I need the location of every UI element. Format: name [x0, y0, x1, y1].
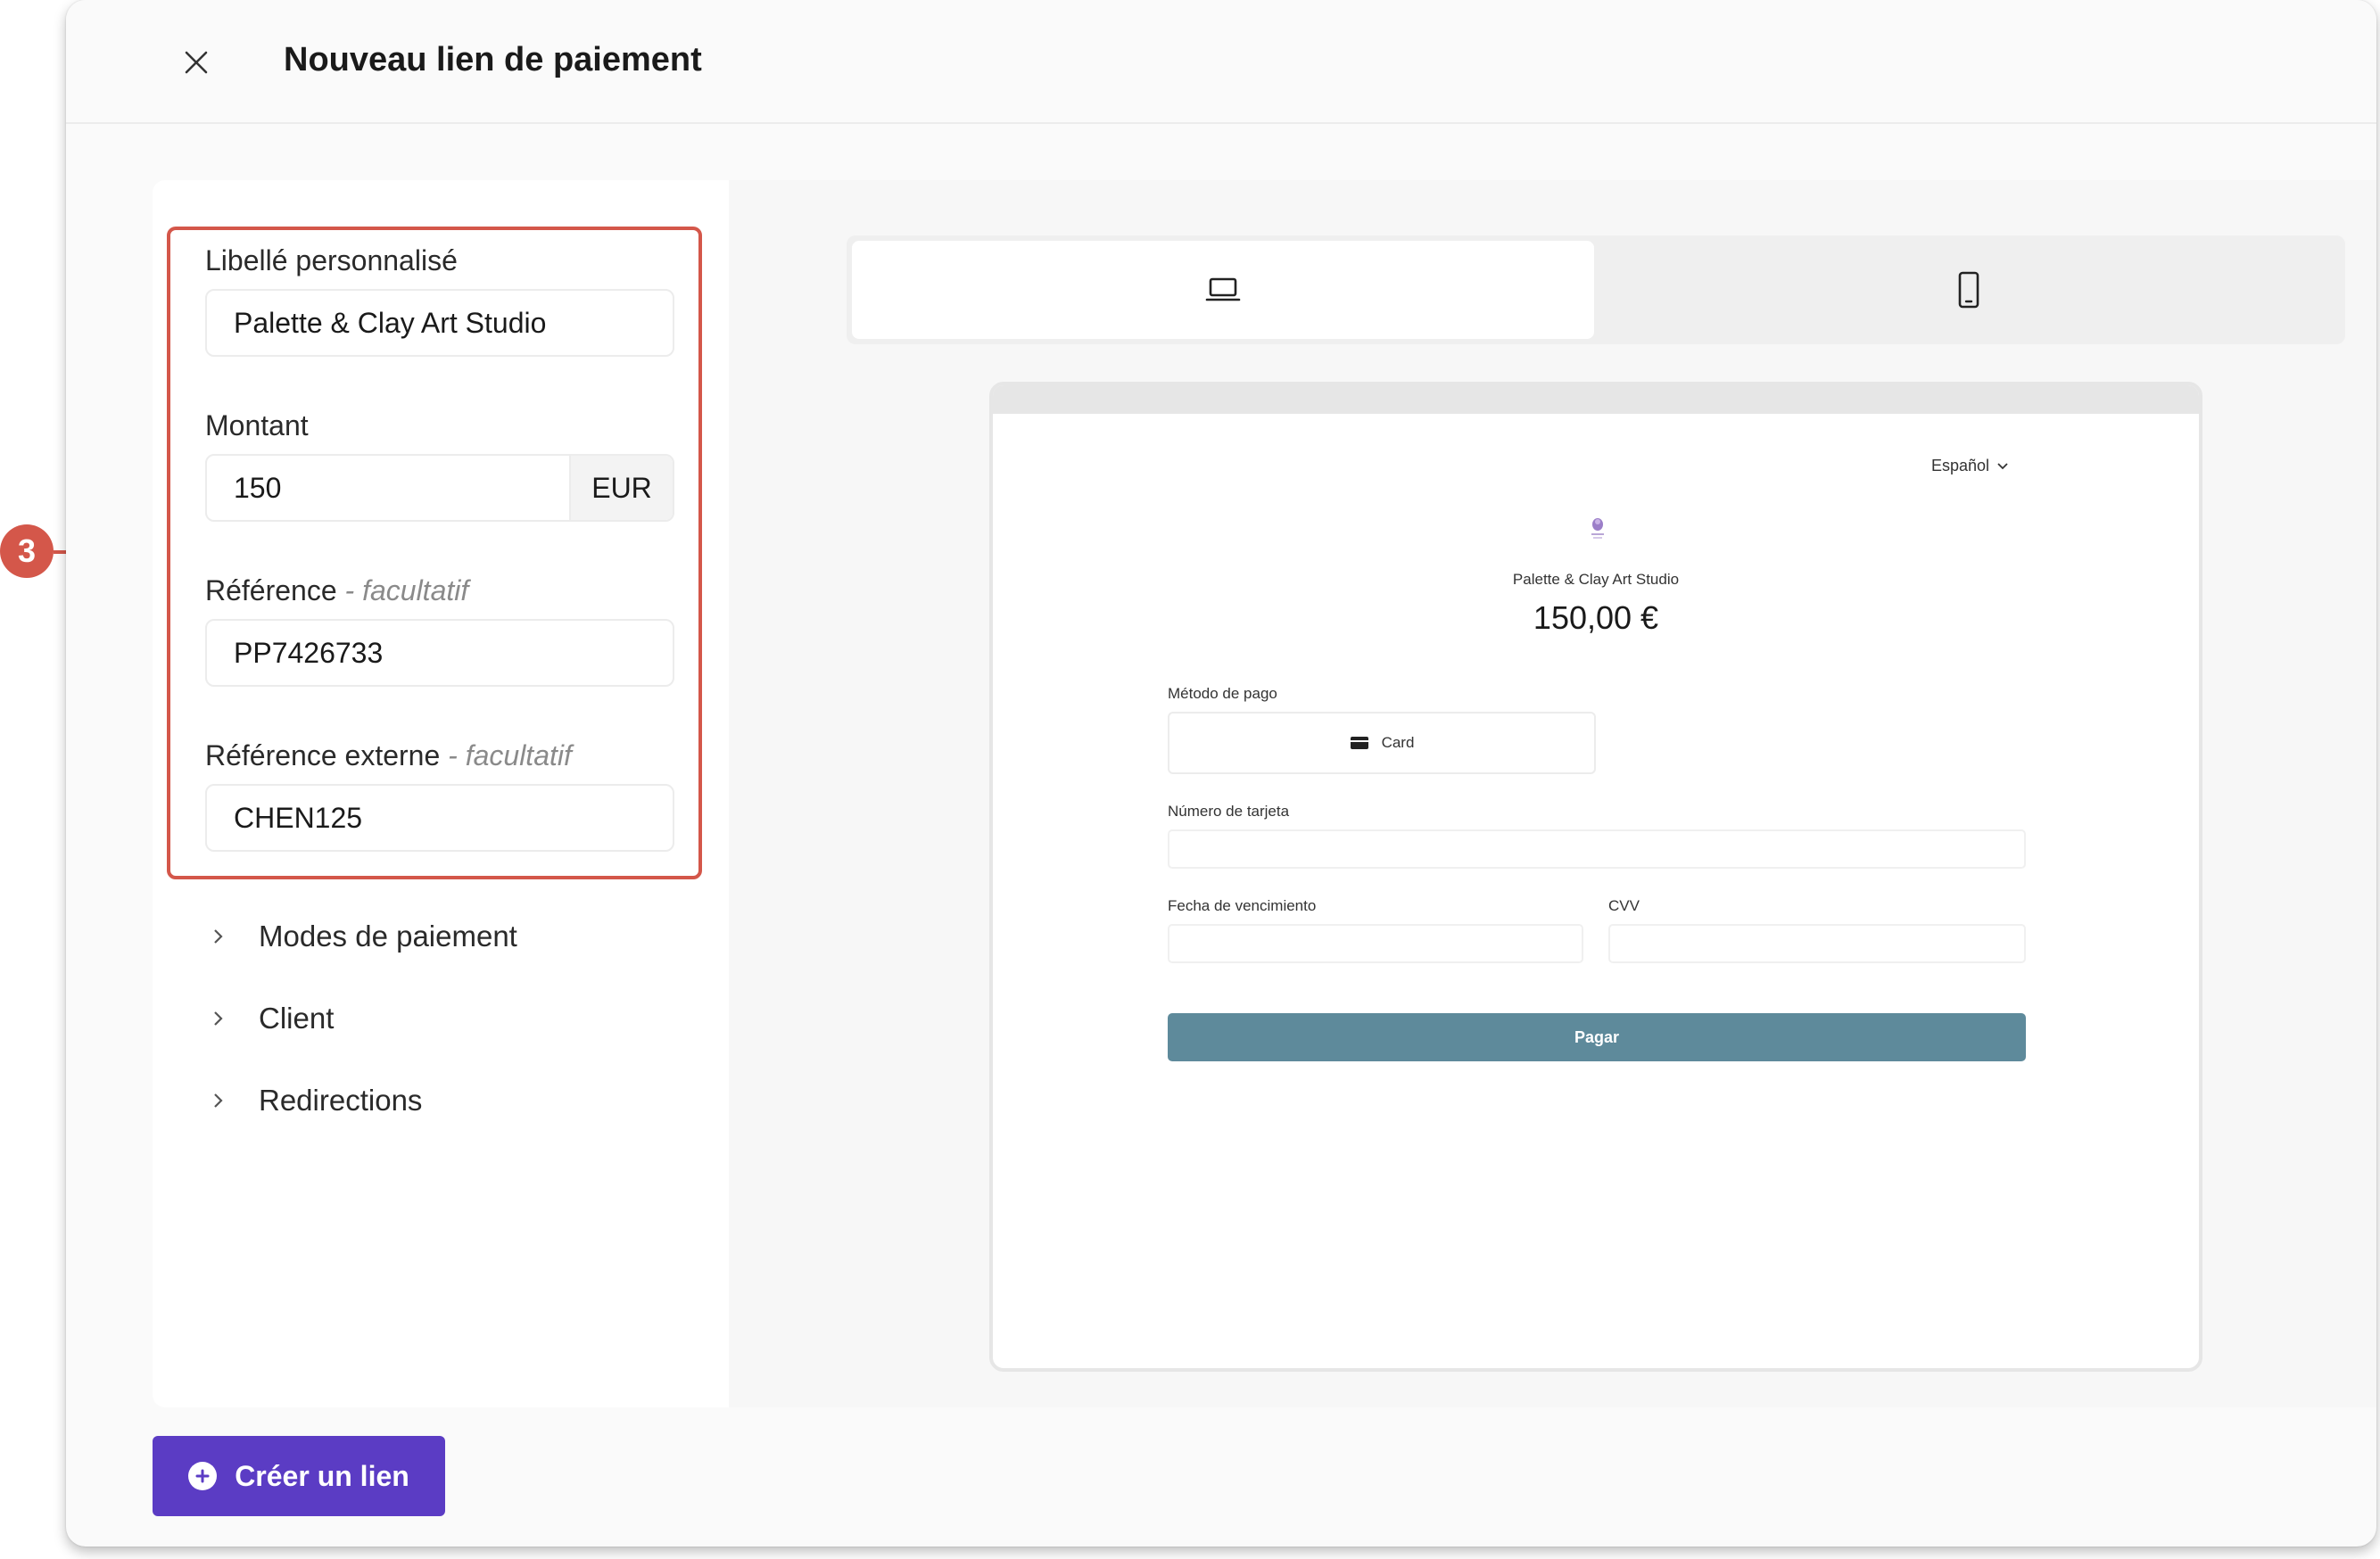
- external-reference-label-text: Référence externe: [205, 739, 441, 771]
- preview-browser-bar: [993, 385, 2199, 414]
- external-reference-optional-text: - facultatif: [448, 739, 572, 771]
- reference-optional-text: - facultatif: [344, 574, 469, 606]
- expiry-label: Fecha de vencimiento: [1168, 897, 1317, 914]
- reference-input[interactable]: PP7426733: [205, 619, 674, 687]
- modal-header: Nouveau lien de paiement: [66, 0, 2376, 124]
- card-icon: [1350, 737, 1368, 749]
- plus-circle-icon: [188, 1462, 218, 1490]
- language-selector[interactable]: Español: [1931, 457, 2009, 475]
- page-root: 3 Nouveau lien de paiement Libellé perso…: [0, 0, 2380, 1559]
- checkout-preview: Español Palette & Clay Art Studio 150,00…: [989, 382, 2202, 1372]
- custom-label-label: Libellé personnalisé: [205, 244, 458, 276]
- reference-label-text: Référence: [205, 574, 337, 606]
- preview-panel: Español Palette & Clay Art Studio 150,00…: [729, 180, 2376, 1407]
- tab-desktop[interactable]: [852, 241, 1594, 339]
- accordion-label: Modes de paiement: [259, 920, 517, 953]
- custom-label-input[interactable]: Palette & Clay Art Studio: [205, 289, 674, 357]
- accordion-label: Redirections: [259, 1084, 423, 1117]
- card-number-input[interactable]: [1168, 829, 2026, 869]
- amount-label: Montant: [205, 409, 309, 441]
- pay-button[interactable]: Pagar: [1168, 1013, 2026, 1061]
- chevron-right-icon: [205, 1087, 232, 1114]
- accordion-redirections[interactable]: Redirections: [205, 1074, 422, 1127]
- amount-input[interactable]: 150: [207, 456, 569, 520]
- cvv-label: CVV: [1608, 897, 1640, 914]
- language-label: Español: [1931, 457, 1990, 474]
- accordion-client[interactable]: Client: [205, 992, 334, 1045]
- step-badge: 3: [0, 524, 54, 578]
- form-panel: Libellé personnalisé Palette & Clay Art …: [153, 180, 729, 1407]
- chevron-down-icon: [1997, 462, 2008, 469]
- card-method-button[interactable]: Card: [1168, 712, 1596, 774]
- amount-field: 150 EUR: [205, 454, 674, 522]
- card-method-label: Card: [1381, 734, 1415, 751]
- payment-amount: 150,00 €: [1533, 599, 1659, 636]
- chevron-right-icon: [205, 923, 232, 950]
- create-link-button[interactable]: Créer un lien: [153, 1436, 445, 1516]
- close-icon: [185, 51, 208, 74]
- currency-addon: EUR: [569, 456, 673, 520]
- cvv-input[interactable]: [1608, 924, 2026, 963]
- laptop-icon: [1205, 277, 1241, 301]
- accordion-payment-methods[interactable]: Modes de paiement: [205, 910, 517, 963]
- device-toggle: [847, 235, 2345, 344]
- external-reference-input[interactable]: CHEN125: [205, 784, 674, 852]
- chevron-right-icon: [205, 1005, 232, 1032]
- accordion-label: Client: [259, 1002, 335, 1035]
- close-button[interactable]: [173, 39, 219, 86]
- payment-link-modal: Nouveau lien de paiement Libellé personn…: [66, 0, 2376, 1547]
- merchant-logo-icon: [1591, 518, 1604, 539]
- tab-mobile[interactable]: [1598, 241, 2340, 339]
- expiry-input[interactable]: [1168, 924, 1583, 963]
- payment-method-label: Método de pago: [1168, 685, 1277, 702]
- merchant-name: Palette & Clay Art Studio: [1512, 571, 1680, 588]
- create-link-label: Créer un lien: [235, 1459, 409, 1492]
- mobile-icon: [1958, 271, 1979, 309]
- modal-title: Nouveau lien de paiement: [284, 41, 702, 78]
- card-number-label: Número de tarjeta: [1168, 803, 1290, 820]
- reference-label: Référence - facultatif: [205, 574, 468, 607]
- external-reference-label: Référence externe - facultatif: [205, 739, 572, 772]
